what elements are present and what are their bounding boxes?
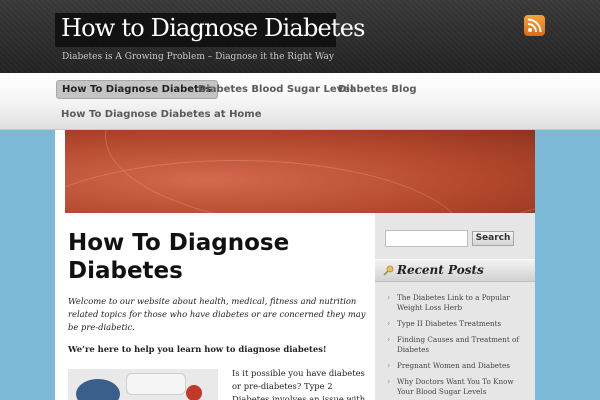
- recent-posts-list: The Diabetes Link to a Popular Weight Lo…: [386, 293, 526, 400]
- recent-post-link[interactable]: Why Doctors Want You To Know Your Blood …: [386, 377, 526, 397]
- recent-post-link[interactable]: The Diabetes Link to a Popular Weight Lo…: [386, 293, 526, 313]
- glucose-meter-image: [68, 369, 218, 400]
- recent-posts-title: Recent Posts: [397, 263, 484, 277]
- search-input[interactable]: [385, 230, 468, 247]
- pin-icon: [383, 265, 394, 276]
- site-tagline: Diabetes is A Growing Problem – Diagnose…: [62, 52, 334, 62]
- recent-post-link[interactable]: Pregnant Women and Diabetes: [386, 361, 526, 371]
- nav-item-diagnose-at-home[interactable]: How To Diagnose Diabetes at Home: [61, 109, 262, 120]
- nav-item-diabetes-blog[interactable]: Diabetes Blog: [338, 84, 417, 95]
- rss-feed-icon[interactable]: [524, 15, 545, 36]
- intro-text: Welcome to our website about health, med…: [68, 296, 366, 332]
- help-line: We’re here to help you learn how to diag…: [68, 344, 327, 354]
- article-body-text: Is it possible you have diabetes or pre-…: [232, 368, 366, 400]
- nav-item-diabetes-blood-sugar-level[interactable]: Diabetes Blood Sugar Level: [198, 84, 353, 95]
- recent-post-link[interactable]: Type II Diabetes Treatments: [386, 319, 526, 329]
- search-button[interactable]: Search: [472, 231, 514, 246]
- recent-post-link[interactable]: Finding Causes and Treatment of Diabetes: [386, 335, 526, 355]
- nav-item-how-to-diagnose-diabetes[interactable]: How To Diagnose Diabetes: [56, 80, 218, 99]
- header-banner-image: [65, 130, 535, 213]
- site-title[interactable]: How to Diagnose Diabetes: [61, 14, 365, 42]
- page-title: How To Diagnose Diabetes: [68, 230, 290, 284]
